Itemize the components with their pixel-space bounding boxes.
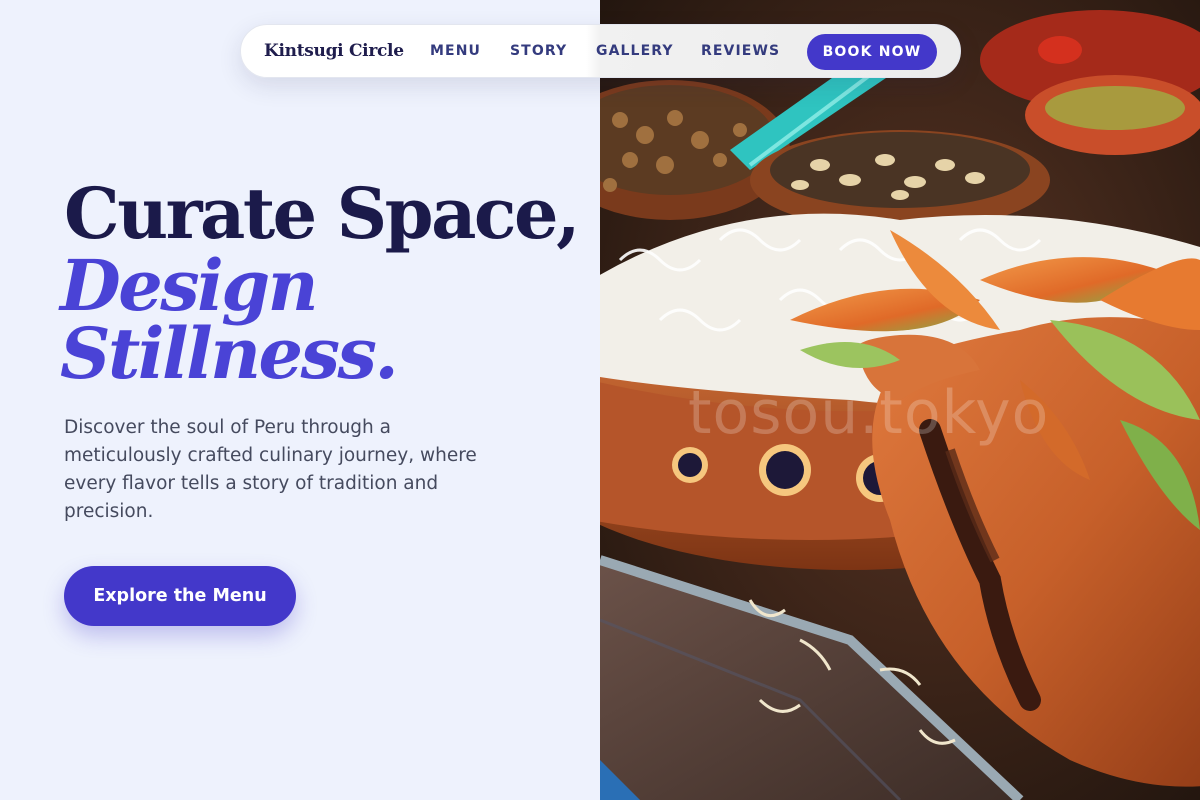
hero-food-image: tosou.tokyo bbox=[600, 0, 1200, 800]
explore-menu-button[interactable]: Explore the Menu bbox=[64, 566, 296, 626]
nav-link-story[interactable]: STORY bbox=[510, 43, 567, 59]
top-navigation-bar: Kintsugi Circle MENU STORY GALLERY REVIE… bbox=[240, 24, 961, 78]
image-watermark: tosou.tokyo bbox=[688, 378, 1050, 448]
hero-heading-line-1: Curate Space, bbox=[64, 172, 580, 255]
book-now-button[interactable]: BOOK NOW bbox=[807, 34, 937, 70]
nav-link-menu[interactable]: MENU bbox=[430, 43, 481, 59]
hero-heading-line-3: Stillness. bbox=[60, 312, 399, 395]
hero-left-panel: Curate Space, Design Stillness. Discover… bbox=[0, 0, 600, 800]
brand-logo[interactable]: Kintsugi Circle bbox=[264, 41, 404, 61]
nav-link-reviews[interactable]: REVIEWS bbox=[701, 43, 780, 59]
hero-description: Discover the soul of Peru through a meti… bbox=[64, 417, 477, 522]
nav-link-gallery[interactable]: GALLERY bbox=[596, 43, 674, 59]
